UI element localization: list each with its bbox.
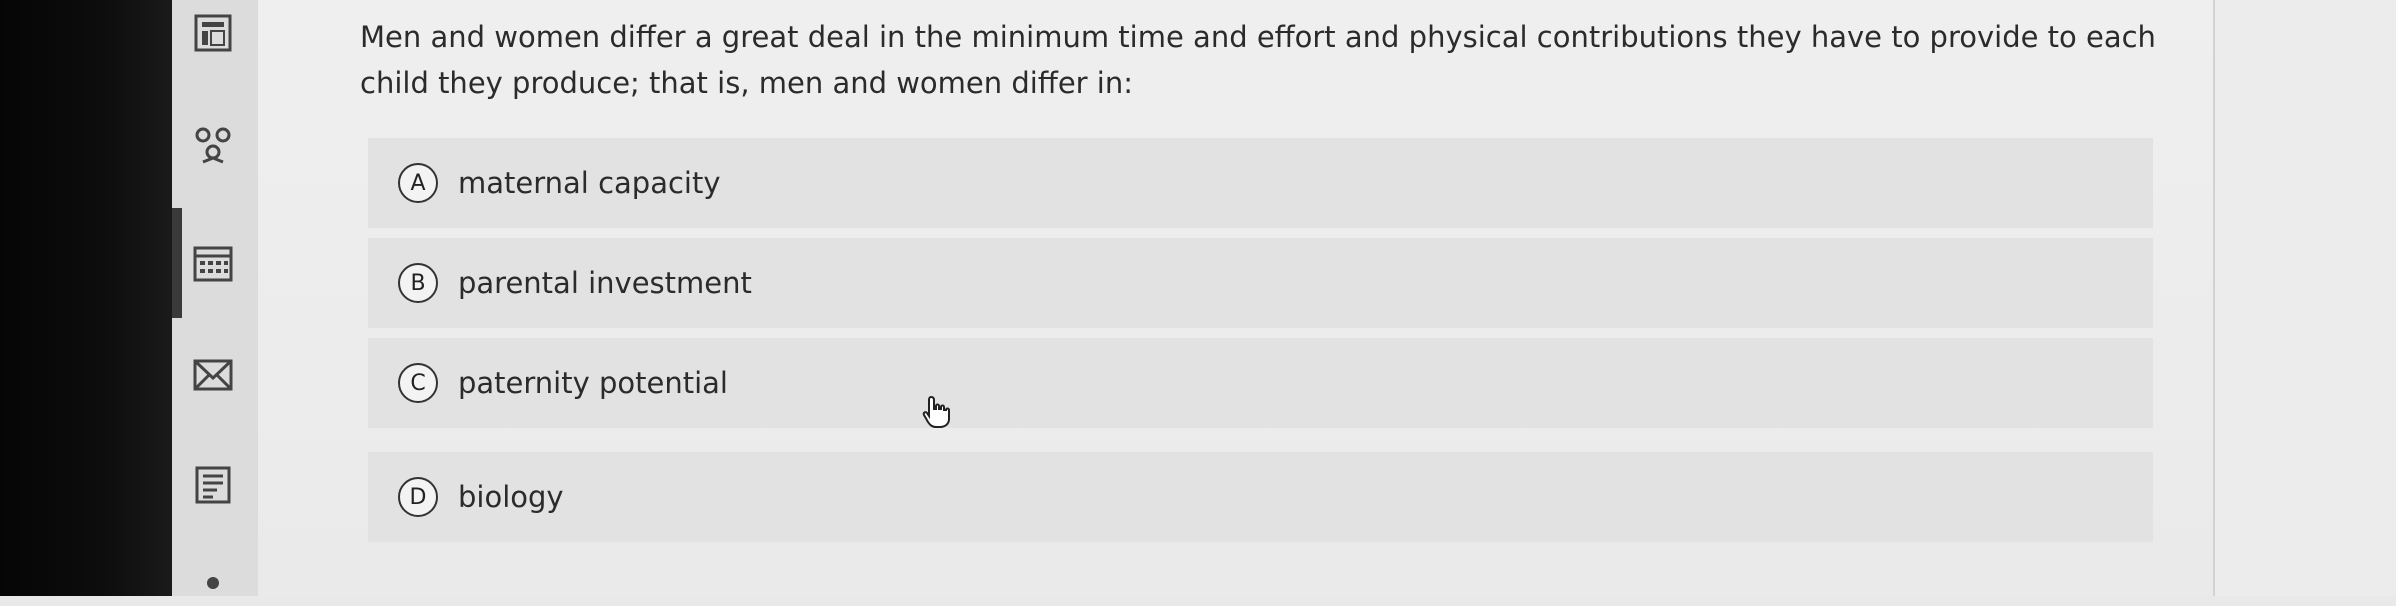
- question-text: Men and women differ a great deal in the…: [360, 20, 2156, 100]
- answer-option-c[interactable]: C paternity potential: [368, 338, 2153, 428]
- option-letter-badge: B: [398, 263, 438, 303]
- option-label: parental investment: [458, 266, 752, 300]
- history-icon[interactable]: [190, 462, 236, 508]
- inbox-icon[interactable]: [190, 352, 236, 398]
- screen-bezel: [0, 0, 172, 596]
- question-panel: Men and women differ a great deal in the…: [258, 0, 2213, 596]
- option-letter-badge: C: [398, 363, 438, 403]
- global-nav-rail: [172, 0, 259, 596]
- help-icon[interactable]: [190, 560, 236, 606]
- option-letter-badge: D: [398, 477, 438, 517]
- active-nav-indicator: [172, 208, 182, 318]
- hand-pointer-icon: [922, 395, 952, 429]
- option-label: maternal capacity: [458, 166, 721, 200]
- answer-option-a[interactable]: A maternal capacity: [368, 138, 2153, 228]
- option-label: biology: [458, 480, 564, 514]
- calendar-icon[interactable]: [190, 240, 236, 286]
- people-icon[interactable]: [190, 125, 236, 171]
- right-margin-panel: [2213, 0, 2396, 596]
- option-label: paternity potential: [458, 366, 728, 400]
- option-letter-badge: A: [398, 163, 438, 203]
- answer-option-b[interactable]: B parental investment: [368, 238, 2153, 328]
- answer-option-d[interactable]: D biology: [368, 452, 2153, 542]
- gradebook-icon[interactable]: [190, 10, 236, 56]
